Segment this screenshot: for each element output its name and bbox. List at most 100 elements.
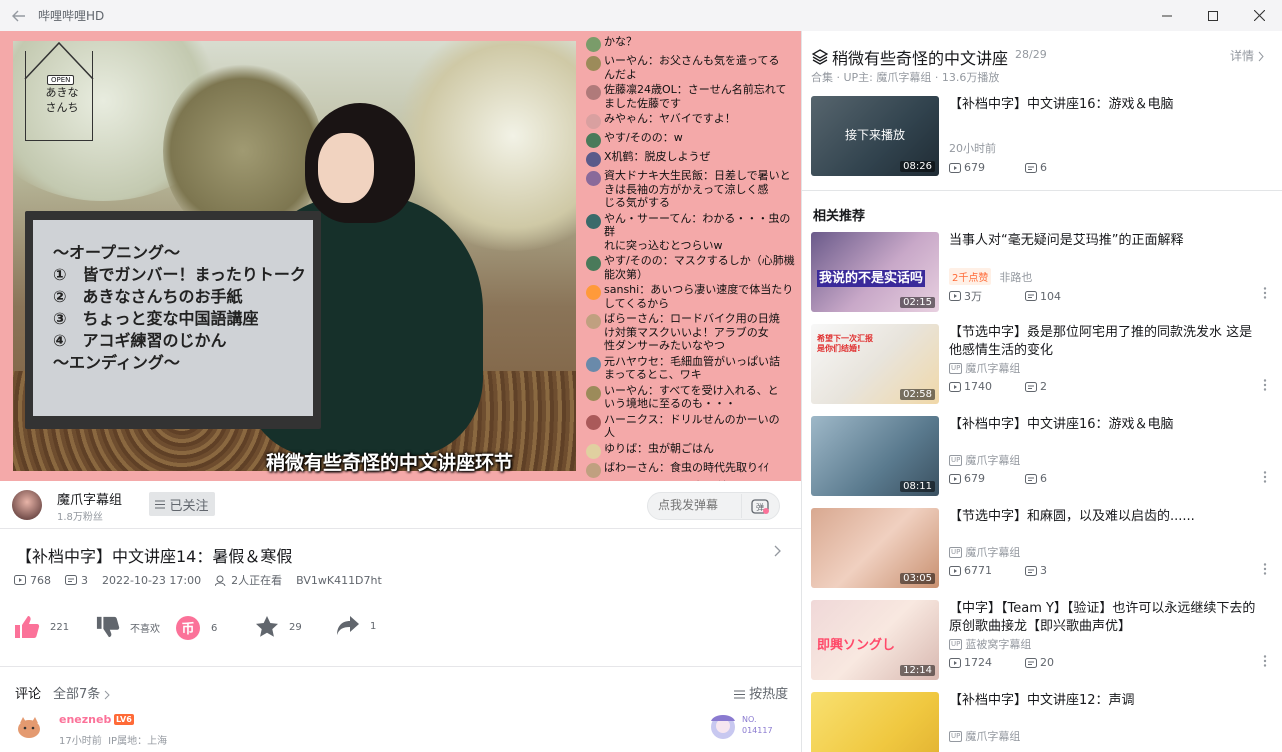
comment-time: 17小时前 xyxy=(59,736,102,747)
video-title[interactable]: 【补档中字】中文讲座14：暑假＆寒假 xyxy=(16,543,292,567)
more-options-button[interactable] xyxy=(1263,471,1267,483)
more-options-button[interactable] xyxy=(1263,379,1267,391)
up-badge-icon: UP xyxy=(949,546,963,558)
danmaku-icon: 弹 xyxy=(750,499,769,514)
chat-avatar xyxy=(586,356,601,372)
video-views-value: 3万 xyxy=(964,290,982,303)
video-player[interactable]: OPEN あきな さんち 〜オープニング〜 ① 皆でガンバー！まったりトーク ②… xyxy=(0,31,801,481)
related-video-card[interactable]: 我说的不是实话吗 02:15 当事人对“毫无疑问是艾玛推”的正面解释 2千点赞 非路也 3… xyxy=(811,232,1271,312)
more-options-button[interactable] xyxy=(1263,287,1267,299)
chat-avatar xyxy=(586,37,601,52)
video-card-stats: 679 6 xyxy=(949,161,1047,174)
chat-text: みやゃん：ヤバイですよ！ xyxy=(604,112,736,125)
close-icon xyxy=(1253,10,1265,21)
video-danmaku: 6 xyxy=(1025,472,1047,485)
thumbnail-caption: 我说的不是实话吗 xyxy=(817,270,926,287)
chat-avatar xyxy=(586,462,601,478)
video-card-title: 【节选中字】和麻圆，以及难以启齿的...... xyxy=(949,509,1195,524)
shop-open-sign: OPEN xyxy=(47,75,75,85)
related-video-card[interactable]: 希望下一次汇报 是你们结婚! 02:58 【节选中字】叒是那位阿宅用了推的同款洗发水… xyxy=(811,324,1271,404)
like-count: 221 xyxy=(50,621,70,633)
like-button[interactable]: 221 xyxy=(14,615,69,639)
chat-text: sanshi：あいつら凄い速度で体当たり してくるから xyxy=(604,283,794,310)
star-icon xyxy=(256,616,278,637)
chevron-right-icon[interactable] xyxy=(774,545,782,557)
series-progress: 28/29 xyxy=(1015,48,1047,61)
related-video-card[interactable]: 即興ソングし 12:14 【中字】【Team Y】【验证】也许可以永远继续下去的原创… xyxy=(811,600,1271,680)
agenda-line: ③ ちょっと変な中国語講座 xyxy=(53,309,259,328)
video-duration: 12:14 xyxy=(900,665,935,676)
danmaku-count-icon xyxy=(1025,291,1037,301)
minimize-button[interactable] xyxy=(1144,0,1190,31)
action-bar: 221 不喜欢 币 6 29 1 xyxy=(14,615,394,645)
series-detail-link[interactable]: 详情 xyxy=(1230,47,1265,64)
more-options-button[interactable] xyxy=(1263,563,1267,575)
dislike-button[interactable]: 不喜欢 xyxy=(96,615,160,639)
chat-text: 佐藤凛24歳OL：さーせん名前忘れて ました佐藤です xyxy=(604,83,787,110)
coin-button[interactable]: 币 6 xyxy=(175,615,217,641)
video-card-title: 【节选中字】叒是那位阿宅用了推的同款洗发水 这是他感情生活的变化 xyxy=(949,325,1253,358)
follow-button[interactable]: 已关注 xyxy=(149,492,215,516)
back-button[interactable] xyxy=(0,8,38,24)
video-views-value: 679 xyxy=(964,161,985,174)
danmaku-input[interactable] xyxy=(658,498,738,512)
danmaku-count: 3 xyxy=(81,573,88,587)
share-icon xyxy=(337,616,359,635)
video-thumbnail: 03:05 xyxy=(811,508,939,588)
chat-message: やす/そのの：マスクするしか（心肺機 能次第） xyxy=(586,254,796,281)
related-video-card[interactable]: 08:11 【补档中字】中文讲座16：游戏＆电脑 UP 魔爪字幕组 679 6 xyxy=(811,416,1271,496)
series-title-row[interactable]: 稍微有些奇怪的中文讲座 xyxy=(812,45,1008,69)
uploader-avatar[interactable] xyxy=(12,490,42,520)
video-thumbnail: 接下来播放 08:26 xyxy=(811,96,939,176)
uploader-fans: 1.8万粉丝 xyxy=(57,512,103,523)
play-count-icon xyxy=(949,381,961,392)
chat-message: ハーニクス：ドリルせんのかーいの 人 xyxy=(586,413,796,440)
chevron-right-icon xyxy=(1258,51,1265,62)
uploader-name[interactable]: 魔爪字幕组 xyxy=(57,489,122,508)
comments-all-link[interactable]: 全部7条 xyxy=(53,683,111,702)
uploader-bar: 魔爪字幕组 1.8万粉丝 已关注 弹 xyxy=(0,481,801,529)
related-video-card[interactable]: 03:05 【节选中字】和麻圆，以及难以启齿的...... UP 魔爪字幕组 6771 3 xyxy=(811,508,1271,588)
sort-button[interactable]: 按热度 xyxy=(734,683,788,702)
arrow-left-icon xyxy=(12,10,25,21)
chat-text: 資大ドナキ大生民飯：日差しで暑いと きは長袖の方がかえって涼しく感 じる気がする xyxy=(604,169,791,209)
uploader-name: 魔爪字幕组 xyxy=(965,730,1021,743)
uploader-name: 魔爪字幕组 xyxy=(965,546,1021,559)
close-button[interactable] xyxy=(1236,0,1282,31)
video-danmaku-value: 104 xyxy=(1040,289,1061,303)
more-vertical-icon xyxy=(1263,563,1267,575)
commenter-name[interactable]: enezneb xyxy=(59,713,111,726)
video-card-title: 当事人对“毫无疑问是艾玛推”的正面解释 xyxy=(949,233,1184,248)
play-count-icon xyxy=(14,575,26,585)
video-thumbnail: 08:11 xyxy=(811,416,939,496)
series-title: 稍微有些奇怪的中文讲座 xyxy=(832,49,1009,68)
chat-text: いーやん：すべてを受け入れる、と いう境地に至るのも・・・ xyxy=(604,383,779,411)
danmaku-toggle-button[interactable]: 弹 xyxy=(741,494,777,518)
maximize-button[interactable] xyxy=(1190,0,1236,31)
agenda-board: 〜オープニング〜 ① 皆でガンバー！まったりトーク ② あきなさんちのお手紙 ③… xyxy=(25,211,321,429)
comment-meta: 17小时前 IP属地：上海 xyxy=(59,732,167,747)
level-badge: LV6 xyxy=(114,714,134,725)
video-card-uploader: UP 魔爪字幕组 xyxy=(949,452,1020,468)
chat-avatar xyxy=(586,152,601,167)
danmaku-count-icon xyxy=(1025,473,1037,484)
more-options-button[interactable] xyxy=(1263,655,1267,667)
video-danmaku: 104 xyxy=(1025,290,1061,303)
chat-avatar xyxy=(586,443,601,459)
video-duration: 03:05 xyxy=(900,573,935,584)
play-count-icon xyxy=(949,657,961,668)
chat-message: X机鹤：脱皮しようぜ xyxy=(586,150,796,167)
commenter-avatar[interactable] xyxy=(17,715,41,739)
watching-icon xyxy=(215,575,227,586)
related-video-card[interactable]: 【补档中字】中文讲座12：声调 UP 魔爪字幕组 xyxy=(811,692,1271,752)
chat-text: いーやん：お父さんも気を遣ってる んだよ xyxy=(604,54,780,81)
video-card-title: 【补档中字】中文讲座12：声调 xyxy=(949,693,1135,708)
thumb-down-icon xyxy=(96,616,120,638)
next-video-card[interactable]: 接下来播放 08:26 【补档中字】中文讲座16：游戏＆电脑 20小时前 679… xyxy=(811,96,1271,176)
comments-tab[interactable]: 评论 xyxy=(15,683,41,702)
chat-avatar xyxy=(586,256,601,271)
favorite-button[interactable]: 29 xyxy=(255,615,302,639)
share-button[interactable]: 1 xyxy=(336,615,376,637)
chat-avatar xyxy=(586,385,601,401)
comment-location: IP属地：上海 xyxy=(108,736,168,747)
